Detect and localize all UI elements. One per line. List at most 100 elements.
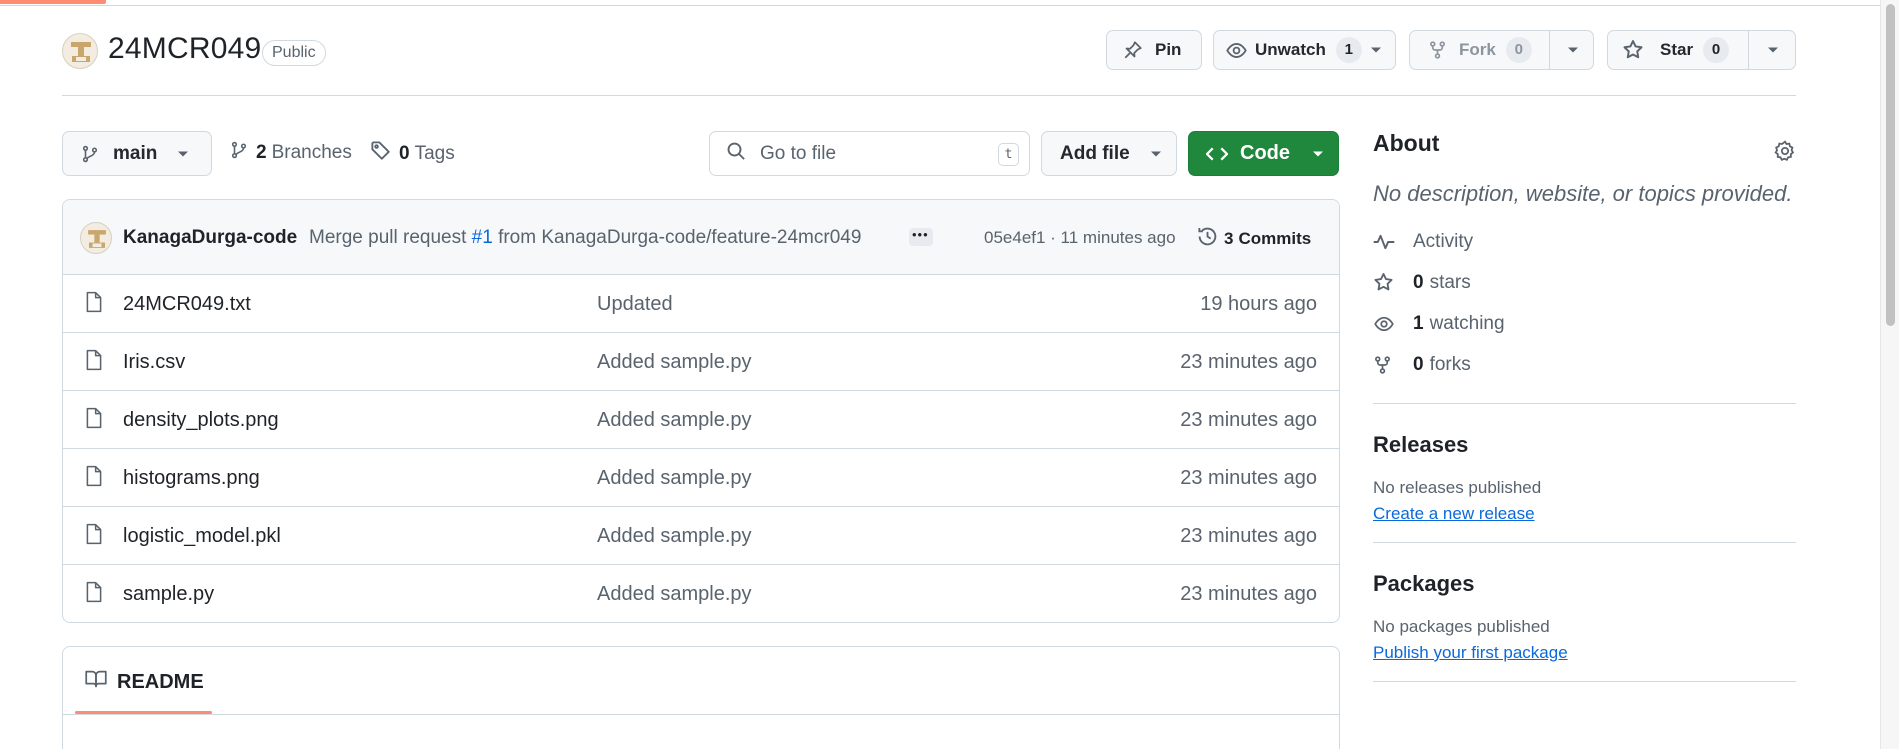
- add-file-button[interactable]: Add file: [1041, 131, 1177, 176]
- chevron-down-icon: [177, 150, 189, 158]
- scrollbar-thumb[interactable]: [1886, 4, 1895, 326]
- stars-label: stars: [1429, 271, 1471, 293]
- about-sidebar: About No description, website, or topics…: [1373, 130, 1796, 682]
- loading-progress: [0, 0, 106, 4]
- current-branch-label: main: [113, 142, 158, 164]
- readme-tab-label: README: [117, 670, 204, 693]
- star-label[interactable]: Star: [1660, 40, 1693, 60]
- fork-button-group: Fork 0: [1409, 30, 1594, 70]
- file-name-link[interactable]: density_plots.png: [123, 409, 279, 432]
- create-release-link[interactable]: Create a new release: [1373, 504, 1535, 524]
- branch-selector-button[interactable]: main: [62, 131, 212, 176]
- file-name-link[interactable]: Iris.csv: [123, 351, 185, 374]
- file-commit-message[interactable]: Added sample.py: [597, 409, 752, 432]
- releases-heading[interactable]: Releases: [1373, 432, 1796, 458]
- tags-count: 0: [399, 142, 410, 164]
- file-commit-message[interactable]: Added sample.py: [597, 583, 752, 606]
- file-name-link[interactable]: logistic_model.pkl: [123, 525, 281, 548]
- chevron-down-icon[interactable]: [1567, 46, 1579, 54]
- git-branch-icon: [230, 140, 248, 166]
- commit-message-suffix: from KanagaDurga-code/feature-24mcr049: [498, 227, 862, 248]
- publish-package-link[interactable]: Publish your first package: [1373, 643, 1568, 663]
- commit-author-link[interactable]: KanagaDurga-code: [123, 227, 297, 249]
- file-updated-time: 23 minutes ago: [1180, 351, 1317, 373]
- branches-link[interactable]: 2 Branches: [230, 140, 352, 166]
- activity-link[interactable]: Activity: [1373, 221, 1796, 262]
- commit-message-prefix: Merge pull request: [309, 227, 467, 248]
- tags-link[interactable]: 0 Tags: [370, 140, 455, 167]
- fork-label[interactable]: Fork: [1459, 40, 1496, 60]
- commits-label: Commits: [1238, 229, 1312, 248]
- about-heading: About: [1373, 130, 1440, 156]
- stars-count: 0: [1413, 271, 1424, 293]
- pin-icon: [1123, 40, 1143, 60]
- page-scrollbar[interactable]: [1880, 0, 1899, 749]
- file-name-link[interactable]: 24MCR049.txt: [123, 293, 251, 316]
- commits-history-link[interactable]: 3 Commits: [1197, 226, 1311, 252]
- pull-request-link[interactable]: #1: [472, 227, 493, 248]
- star-icon: [1622, 39, 1644, 61]
- packages-heading[interactable]: Packages: [1373, 571, 1796, 597]
- chevron-down-icon: [1150, 150, 1162, 158]
- forks-label: forks: [1429, 353, 1471, 375]
- chevron-down-icon[interactable]: [1370, 46, 1382, 54]
- file-icon: [85, 465, 103, 492]
- readme-tab[interactable]: README: [85, 669, 204, 695]
- repo-header: 24MCR049 Public Pin Unwatch 1 Fork 0 Sta…: [62, 30, 1796, 96]
- file-row[interactable]: logistic_model.pkl Added sample.py 23 mi…: [63, 507, 1339, 565]
- star-count: 0: [1703, 37, 1730, 63]
- sidebar-divider: [1373, 403, 1796, 404]
- expand-commit-message-button[interactable]: [909, 227, 933, 246]
- code-label: Code: [1240, 142, 1290, 164]
- sidebar-divider: [1373, 542, 1796, 543]
- file-list: KanagaDurga-code Merge pull request #1 f…: [62, 199, 1340, 623]
- file-row[interactable]: histograms.png Added sample.py 23 minute…: [63, 449, 1339, 507]
- chevron-down-icon: [1312, 150, 1324, 158]
- commit-message[interactable]: Merge pull request #1 from KanagaDurga-c…: [309, 227, 861, 249]
- file-commit-message[interactable]: Added sample.py: [597, 525, 752, 548]
- unwatch-label[interactable]: Unwatch: [1255, 40, 1326, 60]
- packages-empty-text: No packages published: [1373, 617, 1550, 636]
- code-button[interactable]: Code: [1188, 131, 1339, 176]
- watching-count: 1: [1413, 312, 1424, 334]
- file-name-link[interactable]: sample.py: [123, 583, 214, 606]
- commit-author-avatar[interactable]: [80, 222, 112, 254]
- page-loading-bar: [0, 0, 1880, 6]
- file-commit-message[interactable]: Updated: [597, 293, 673, 316]
- file-row[interactable]: sample.py Added sample.py 23 minutes ago: [63, 565, 1339, 622]
- gear-icon[interactable]: [1774, 140, 1796, 167]
- fork-count: 0: [1505, 37, 1532, 63]
- go-to-file-input[interactable]: Go to file t: [709, 131, 1030, 176]
- commits-count: 3: [1224, 229, 1234, 248]
- chevron-down-icon[interactable]: [1767, 46, 1779, 54]
- file-name-link[interactable]: histograms.png: [123, 467, 260, 490]
- file-icon: [85, 581, 103, 608]
- file-updated-time: 19 hours ago: [1200, 293, 1317, 315]
- book-icon: [85, 669, 107, 695]
- watching-label: watching: [1429, 312, 1505, 334]
- file-row[interactable]: 24MCR049.txt Updated 19 hours ago: [63, 275, 1339, 333]
- releases-empty-text: No releases published: [1373, 478, 1542, 497]
- activity-label: Activity: [1413, 230, 1474, 252]
- file-row[interactable]: density_plots.png Added sample.py 23 min…: [63, 391, 1339, 449]
- watching-link[interactable]: 1 watching: [1373, 303, 1796, 344]
- pin-button[interactable]: Pin: [1106, 30, 1202, 70]
- stars-link[interactable]: 0 stars: [1373, 262, 1796, 303]
- file-commit-message[interactable]: Added sample.py: [597, 467, 752, 490]
- file-commit-message[interactable]: Added sample.py: [597, 351, 752, 374]
- repo-name-link[interactable]: 24MCR049: [108, 32, 261, 66]
- eye-icon: [1226, 40, 1247, 61]
- commit-hash-and-time[interactable]: 05e4ef1 · 11 minutes ago: [984, 228, 1176, 248]
- forks-link[interactable]: 0 forks: [1373, 344, 1796, 385]
- repo-stats: Activity 0 stars 1 watching 0 forks: [1373, 221, 1796, 385]
- file-icon: [85, 523, 103, 550]
- branches-count: 2: [256, 142, 267, 163]
- fork-split-divider: [1549, 31, 1550, 69]
- unwatch-button-group: Unwatch 1: [1213, 30, 1396, 70]
- watch-count: 1: [1335, 37, 1362, 63]
- file-updated-time: 23 minutes ago: [1180, 409, 1317, 431]
- owner-avatar[interactable]: [62, 33, 98, 69]
- visibility-badge: Public: [262, 40, 326, 66]
- file-icon: [85, 407, 103, 434]
- file-row[interactable]: Iris.csv Added sample.py 23 minutes ago: [63, 333, 1339, 391]
